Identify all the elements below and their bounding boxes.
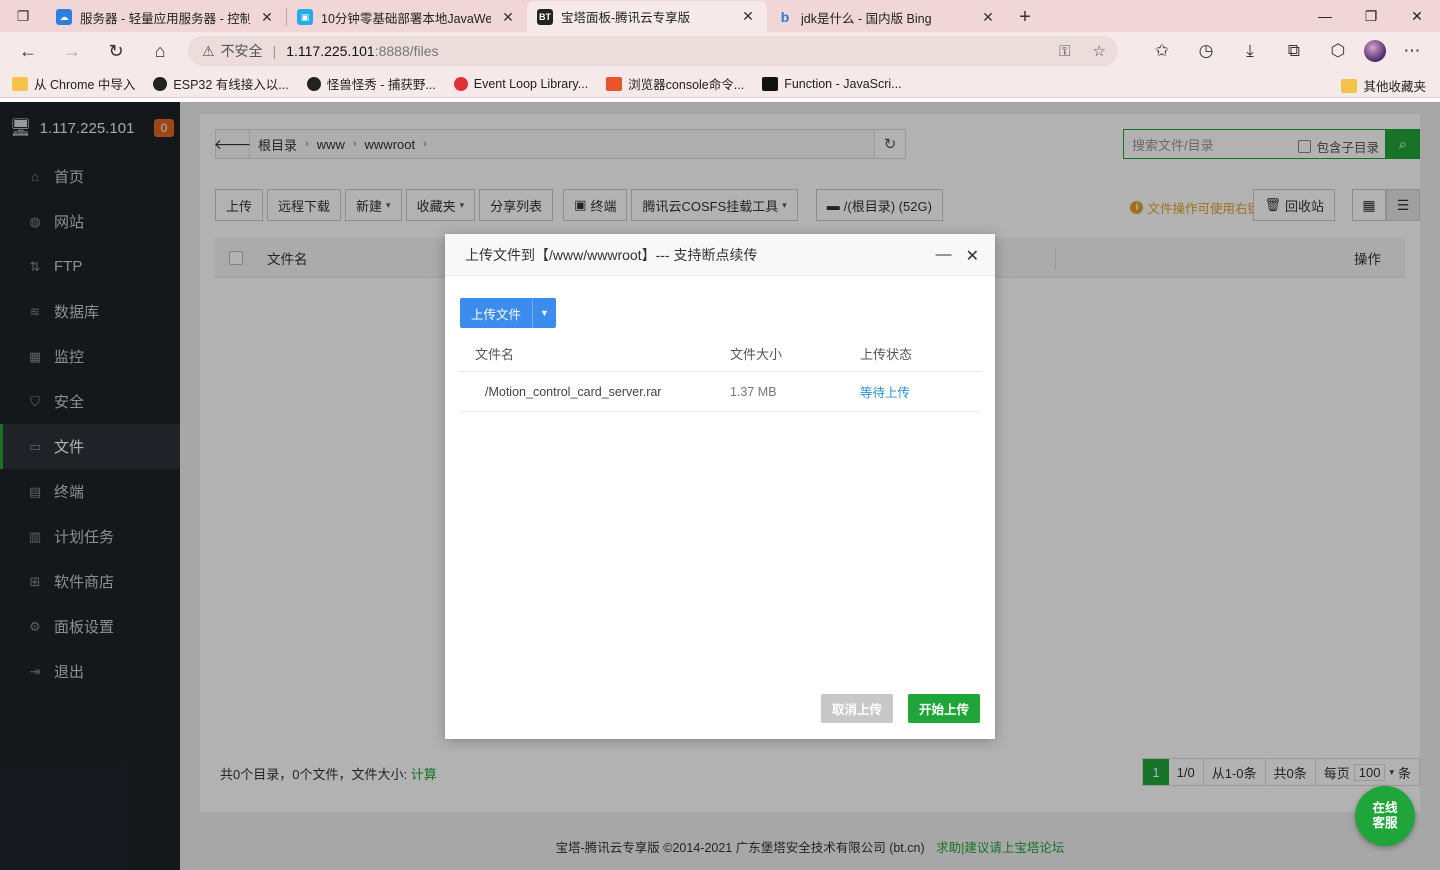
tab-title: 宝塔面板-腾讯云专享版 [561, 11, 691, 25]
profile-avatar[interactable] [1364, 40, 1386, 62]
column-filename: 文件名 [475, 347, 515, 362]
upload-dialog: 上传文件到【/www/wwwroot】--- 支持断点续传 — ✕ 上传文件 ▼… [445, 234, 995, 739]
close-tab-icon[interactable]: ✕ [979, 9, 997, 26]
start-upload-button[interactable]: 开始上传 [908, 694, 981, 723]
minimize-icon[interactable]: — [936, 246, 952, 266]
collections-icon[interactable]: ⧉ [1276, 41, 1312, 61]
online-service-line1: 在线 [1372, 801, 1398, 815]
upload-file-name: /Motion_control_card_server.rar [485, 384, 662, 399]
github-icon [153, 76, 168, 91]
browser-tab-bar: ❐ ☁ 服务器 - 轻量应用服务器 - 控制台 ✕ ▣ 10分钟零基础部署本地J… [0, 0, 1440, 32]
upload-file-size: 1.37 MB [730, 384, 777, 399]
warning-icon: ⚠ [202, 42, 215, 59]
bookmark-item[interactable]: Function - JavaScri... [762, 76, 902, 91]
csdn-icon [606, 76, 623, 91]
bookmark-label: Event Loop Library... [473, 76, 589, 91]
bookmark-label: Function - JavaScri... [784, 76, 902, 91]
dialog-controls: — ✕ [936, 246, 979, 266]
online-service-line2: 客服 [1372, 816, 1398, 830]
folder-icon [12, 76, 28, 91]
close-tab-icon[interactable]: ✕ [739, 8, 757, 25]
dialog-title: 上传文件到【/www/wwwroot】--- 支持断点续传 [465, 246, 758, 263]
forward-arrow-icon[interactable]: → [50, 32, 94, 70]
address-divider: | [272, 43, 277, 59]
upload-status: 等待上传 [860, 386, 911, 400]
tab-title: 服务器 - 轻量应用服务器 - 控制台 [80, 11, 250, 26]
bookmark-item[interactable]: Event Loop Library... [453, 76, 589, 91]
bing-icon: b [780, 9, 790, 25]
window-controls: — ❐ ✕ [1302, 0, 1440, 32]
browser-tab[interactable]: ☁ 服务器 - 轻量应用服务器 - 控制台 ✕ [46, 2, 286, 32]
folder-icon [1341, 78, 1358, 93]
upload-table-header: 文件名 文件大小 上传状态 [460, 336, 980, 372]
bookmarks-bar: 从 Chrome 中导入 ESP32 有线接入以... 怪兽怪秀 - 捕获野..… [0, 70, 1440, 98]
bilibili-icon: ▣ [297, 9, 313, 25]
other-bookmarks[interactable]: 其他收藏夹 [1341, 76, 1426, 95]
reload-icon[interactable]: ↻ [94, 32, 138, 70]
download-icon[interactable]: ⤓ [1232, 41, 1268, 61]
close-tab-icon[interactable]: ✕ [258, 9, 276, 26]
bookmark-label: 怪兽怪秀 - 捕获野... [326, 78, 436, 92]
close-window-icon[interactable]: ✕ [1394, 0, 1440, 32]
more-icon[interactable]: ⋯ [1394, 41, 1430, 61]
mdn-icon [762, 76, 779, 91]
chevron-down-icon[interactable]: ▼ [532, 298, 557, 328]
browser-toolbar: ✩ ◷ ⤓ ⧉ ⬡ ⋯ [1144, 32, 1430, 70]
url-host: 1.117.225.101 [286, 43, 375, 59]
browser-tab[interactable]: b jdk是什么 - 国内版 Bing ✕ [767, 2, 1007, 32]
favorites-icon[interactable]: ✩ [1144, 41, 1180, 61]
close-icon[interactable]: ✕ [966, 246, 979, 266]
browser-tab-active[interactable]: BT 宝塔面板-腾讯云专享版 ✕ [527, 1, 767, 32]
bookmark-item[interactable]: 浏览器console命令... [606, 74, 744, 93]
browser-tab[interactable]: ▣ 10分钟零基础部署本地JavaWeb项 ✕ [287, 2, 527, 32]
home-icon[interactable]: ⌂ [138, 32, 182, 70]
bookmark-label: 浏览器console命令... [628, 78, 745, 92]
bookmark-item[interactable]: 怪兽怪秀 - 捕获野... [306, 74, 436, 93]
close-tab-icon[interactable]: ✕ [499, 9, 517, 26]
bookmark-label: ESP32 有线接入以... [173, 78, 289, 92]
upload-file-split-button: 上传文件 ▼ [460, 298, 557, 328]
history-icon[interactable]: ◷ [1188, 41, 1224, 61]
cloud-icon: ☁ [56, 9, 72, 25]
bookmark-item[interactable]: 从 Chrome 中导入 [12, 74, 135, 93]
upload-queue-table: 文件名 文件大小 上传状态 /Motion_control_card_serve… [460, 336, 980, 412]
tab-title: jdk是什么 - 国内版 Bing [801, 11, 932, 26]
tab-actions-icon[interactable]: ❐ [0, 0, 46, 32]
minimize-icon[interactable]: — [1302, 0, 1348, 32]
address-toolbar: ← → ↻ ⌂ ⚠ 不安全 | 1.117.225.101 :8888/file… [0, 32, 1440, 70]
column-filesize: 文件大小 [730, 347, 783, 362]
bt-icon: BT [537, 8, 553, 25]
address-bar[interactable]: ⚠ 不安全 | 1.117.225.101 :8888/files ⚿ ☆ [188, 36, 1118, 66]
back-arrow-icon[interactable]: ← [6, 32, 50, 70]
spiral-icon [453, 76, 468, 91]
bookmark-item[interactable]: ESP32 有线接入以... [153, 74, 289, 93]
add-favorite-icon[interactable]: ☆ [1093, 42, 1106, 60]
url-path: :8888/files [374, 43, 439, 59]
online-service-button[interactable]: 在线 客服 [1355, 786, 1415, 846]
tab-title: 10分钟零基础部署本地JavaWeb项 [321, 11, 491, 26]
key-icon[interactable]: ⚿ [1059, 43, 1070, 60]
extensions-icon[interactable]: ⬡ [1320, 41, 1356, 61]
dialog-header: 上传文件到【/www/wwwroot】--- 支持断点续传 — ✕ [445, 234, 995, 276]
other-bookmarks-label: 其他收藏夹 [1363, 80, 1426, 94]
new-tab-button[interactable]: + [1007, 2, 1043, 32]
upload-file-button[interactable]: 上传文件 [460, 298, 533, 328]
table-row: /Motion_control_card_server.rar 1.37 MB … [460, 372, 980, 412]
restore-icon[interactable]: ❐ [1348, 0, 1394, 32]
security-label: 不安全 [220, 43, 263, 59]
bookmark-label: 从 Chrome 中导入 [34, 78, 136, 92]
github-icon [306, 76, 321, 91]
address-actions: ⚿ ☆ [1059, 36, 1106, 66]
cancel-upload-button[interactable]: 取消上传 [821, 694, 894, 723]
column-status: 上传状态 [860, 347, 913, 362]
